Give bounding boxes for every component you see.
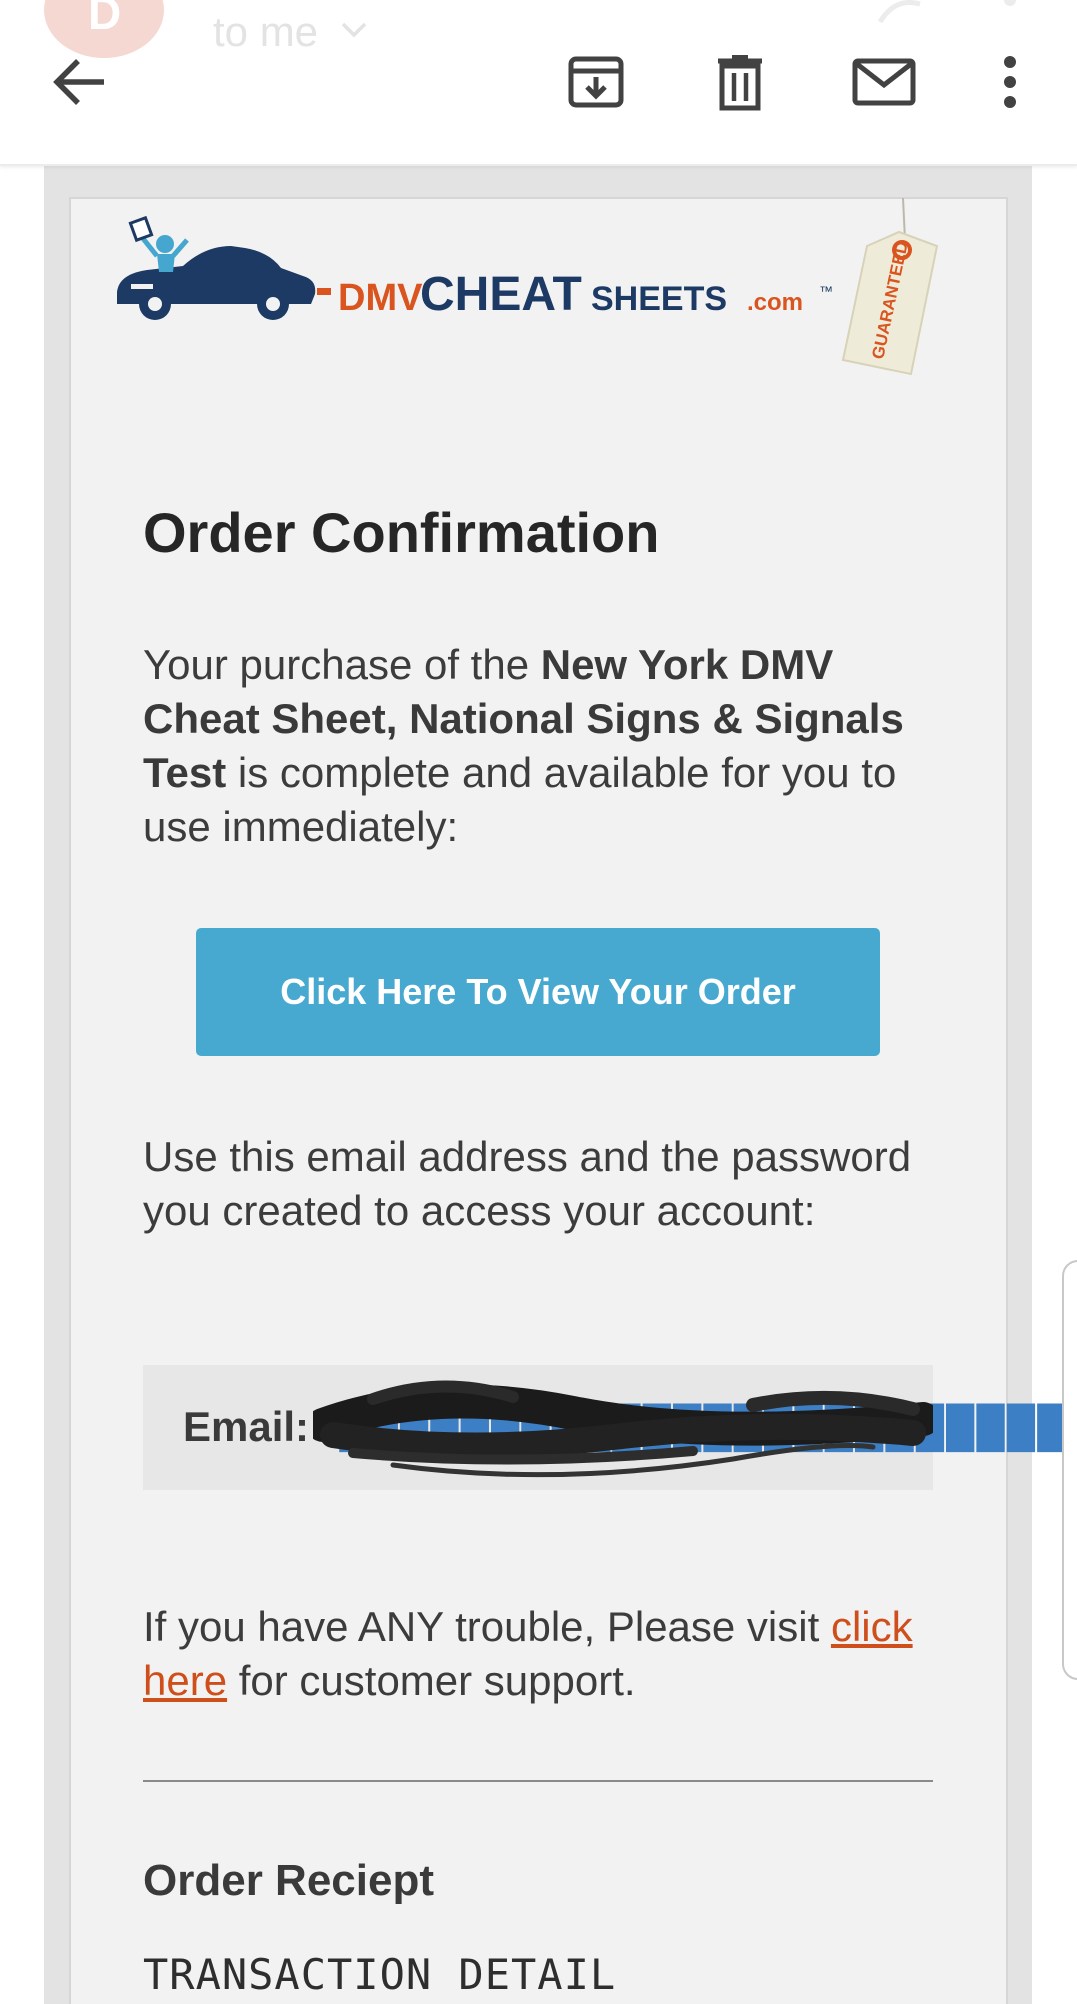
chevron-down-icon[interactable] (340, 20, 368, 40)
guaranteed-tag-icon: GUARANTEED (841, 197, 939, 376)
archive-button[interactable] (554, 40, 638, 124)
purchase-suffix: is complete and available for you to use… (143, 749, 897, 850)
purchase-message: Your purchase of the New York DMV Cheat … (143, 638, 943, 854)
account-instructions: Use this email address and the password … (143, 1133, 912, 1234)
logo-com: .com (747, 289, 803, 316)
mark-unread-button[interactable] (842, 40, 926, 124)
sender-initial: D (88, 0, 122, 39)
car-icon (117, 215, 331, 320)
logo-tm: ™ (819, 283, 833, 299)
logo-sheets: SHEETS (591, 280, 727, 318)
recipient-label[interactable]: to me (213, 8, 318, 56)
email-toolbar: D to me (0, 0, 1077, 166)
redaction-scribble (313, 1380, 933, 1478)
dmv-cheat-sheets-logo: DMV CHEAT SHEETS .com ™ GUARANTEED (117, 197, 939, 376)
archive-icon (568, 56, 624, 108)
email-address-box: Email: d█████████████████████████ (143, 1365, 1077, 1490)
more-vert-icon (1004, 56, 1016, 108)
receipt-heading: Order Reciept (143, 1856, 434, 1905)
page-title: Order Confirmation (143, 501, 660, 564)
logo-cheat: CHEAT (420, 268, 582, 321)
mark-unread-icon (852, 58, 916, 106)
more-options-button[interactable] (968, 40, 1052, 124)
delete-icon (718, 55, 762, 111)
support-prefix: If you have ANY trouble, Please visit (143, 1603, 831, 1650)
reply-icon[interactable] (850, 0, 1050, 32)
email-label: Email: (183, 1403, 310, 1450)
view-order-button[interactable]: Click Here To View Your Order (196, 928, 880, 1056)
support-suffix: for customer support. (227, 1657, 636, 1704)
transaction-detail-heading: TRANSACTION DETAIL (143, 1950, 617, 1999)
support-message: If you have ANY trouble, Please visit cl… (143, 1600, 943, 1708)
arrow-back-icon (53, 59, 104, 105)
purchase-prefix: Your purchase of the (143, 641, 541, 688)
fast-scroll-handle[interactable] (1062, 1260, 1077, 1680)
logo-dmv: DMV (338, 277, 423, 319)
back-button[interactable] (38, 40, 122, 124)
section-divider (143, 1780, 933, 1782)
email-card (69, 197, 1008, 2004)
delete-button[interactable] (698, 40, 782, 124)
